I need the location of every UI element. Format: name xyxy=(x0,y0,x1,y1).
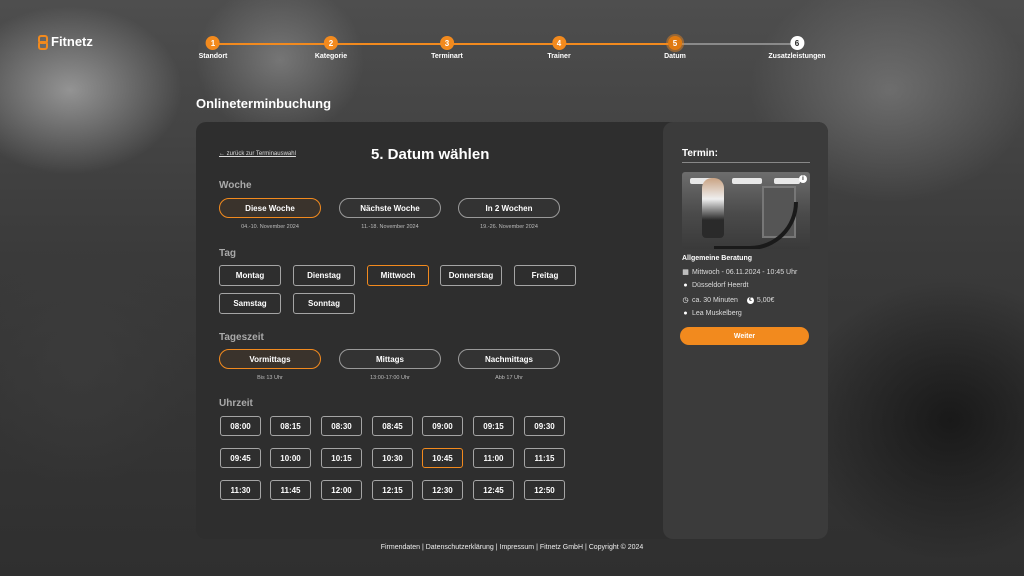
day-friday-button[interactable]: Freitag xyxy=(514,265,576,286)
step-number: 5 xyxy=(668,36,682,50)
ceiling-light xyxy=(774,178,800,184)
step-label: Trainer xyxy=(547,53,571,60)
daytime-hint: Bis 13 Uhr xyxy=(257,375,283,381)
time-slot[interactable]: 09:15 xyxy=(473,416,514,436)
week-label: Woche xyxy=(219,180,252,191)
step-terminart[interactable]: 3 Terminart xyxy=(431,36,463,60)
back-to-appointment-link[interactable]: ← zurück zur Terminauswahl xyxy=(219,151,296,157)
step-number: 3 xyxy=(440,36,454,50)
week-range: 11.-18. November 2024 xyxy=(361,224,419,230)
week-range: 19.-26. November 2024 xyxy=(480,224,538,230)
day-thursday-button[interactable]: Donnerstag xyxy=(440,265,502,286)
time-slot[interactable]: 12:45 xyxy=(473,480,514,500)
time-slot[interactable]: 08:00 xyxy=(220,416,261,436)
week-next-button[interactable]: Nächste Woche xyxy=(339,198,441,218)
datetime-text: Mittwoch - 06.11.2024 - 10:45 Uhr xyxy=(692,268,798,276)
day-monday-button[interactable]: Montag xyxy=(219,265,281,286)
time-slot[interactable]: 09:45 xyxy=(220,448,261,468)
info-icon[interactable]: i xyxy=(799,175,807,183)
appointment-summary: Termin: i Allgemeine Beratung ▦ Mittwoch… xyxy=(663,122,828,539)
appointment-location: ● Düsseldorf Heerdt xyxy=(682,282,748,289)
time-slot[interactable]: 11:00 xyxy=(473,448,514,468)
step-label: Kategorie xyxy=(314,53,348,60)
step-label: Datum xyxy=(664,53,686,60)
person-icon: ● xyxy=(683,310,688,317)
appointment-trainer: ● Lea Muskelberg xyxy=(682,310,742,317)
brand-name: Fitnetz xyxy=(51,34,93,49)
day-saturday-button[interactable]: Samstag xyxy=(219,293,281,314)
time-slot[interactable]: 12:15 xyxy=(372,480,413,500)
time-slot-selected[interactable]: 10:45 xyxy=(422,448,463,468)
week-range: 04.-10. November 2024 xyxy=(241,224,299,230)
time-slot[interactable]: 11:30 xyxy=(220,480,261,500)
time-slot[interactable]: 10:30 xyxy=(372,448,413,468)
page-title: Onlineterminbuchung xyxy=(196,96,332,111)
day-sunday-button[interactable]: Sonntag xyxy=(293,293,355,314)
time-slot[interactable]: 10:15 xyxy=(321,448,362,468)
duration-text: ca. 30 Minuten xyxy=(692,296,738,304)
section-title: 5. Datum wählen xyxy=(371,146,490,163)
step-label: Terminart xyxy=(431,53,463,60)
step-kategorie[interactable]: 2 Kategorie xyxy=(315,36,347,60)
time-label: Uhrzeit xyxy=(219,398,253,409)
clock-icon: ◷ xyxy=(682,297,689,304)
time-slot[interactable]: 11:15 xyxy=(524,448,565,468)
progress-stepper: 1 Standort 2 Kategorie 3 Terminart 4 Tra… xyxy=(198,36,832,66)
location-text: Düsseldorf Heerdt xyxy=(692,282,749,289)
location-pin-icon: ● xyxy=(683,282,688,289)
time-slot[interactable]: 08:15 xyxy=(270,416,311,436)
calendar-icon: ▦ xyxy=(682,269,689,276)
ceiling-light xyxy=(732,178,762,184)
time-slot[interactable]: 09:30 xyxy=(524,416,565,436)
euro-icon: € xyxy=(746,296,754,304)
time-slot[interactable]: 12:50 xyxy=(524,480,565,500)
week-in-two-button[interactable]: In 2 Wochen xyxy=(458,198,560,218)
athlete xyxy=(702,178,724,238)
step-label: Zusatzleistungen xyxy=(768,53,826,60)
time-slot[interactable]: 12:30 xyxy=(422,480,463,500)
daytime-midday-button[interactable]: Mittags xyxy=(339,349,441,369)
day-label: Tag xyxy=(219,248,237,259)
time-slot[interactable]: 12:00 xyxy=(321,480,362,500)
step-datum[interactable]: 5 Datum xyxy=(664,36,686,60)
step-standort[interactable]: 1 Standort xyxy=(198,36,228,60)
time-slot[interactable]: 08:45 xyxy=(372,416,413,436)
day-wednesday-button[interactable]: Mittwoch xyxy=(367,265,429,286)
daytime-hint: Abb 17 Uhr xyxy=(495,375,523,381)
price-text: 5,00€ xyxy=(756,296,775,304)
step-number: 6 xyxy=(790,36,804,50)
time-slot[interactable]: 09:00 xyxy=(422,416,463,436)
step-zusatzleistungen[interactable]: 6 Zusatzleistungen xyxy=(768,36,826,60)
service-photo: i xyxy=(682,172,810,249)
booking-panel: ← zurück zur Terminauswahl 5. Datum wähl… xyxy=(196,122,828,539)
time-slot[interactable]: 08:30 xyxy=(321,416,362,436)
day-tuesday-button[interactable]: Dienstag xyxy=(293,265,355,286)
time-slot[interactable]: 11:45 xyxy=(270,480,311,500)
battle-rope xyxy=(714,202,798,249)
appointment-datetime: ▦ Mittwoch - 06.11.2024 - 10:45 Uhr xyxy=(682,268,798,277)
step-label: Standort xyxy=(198,53,228,60)
footer-links[interactable]: Firmendaten | Datenschutzerklärung | Imp… xyxy=(0,544,1024,551)
daytime-hint: 13:00-17:00 Uhr xyxy=(370,375,410,381)
daytime-label: Tageszeit xyxy=(219,332,264,343)
week-this-button[interactable]: Diese Woche xyxy=(219,198,321,218)
trainer-text: Lea Muskelberg xyxy=(692,310,742,317)
appointment-duration-price: ◷ ca. 30 Minuten € 5,00€ xyxy=(682,296,774,304)
daytime-morning-button[interactable]: Vormittags xyxy=(219,349,321,369)
time-slot[interactable]: 10:00 xyxy=(270,448,311,468)
summary-divider xyxy=(682,162,810,163)
summary-title: Termin: xyxy=(682,148,718,159)
fitnetz-logo[interactable]: Fitnetz xyxy=(38,34,93,50)
step-number: 2 xyxy=(323,36,338,50)
step-trainer[interactable]: 4 Trainer xyxy=(547,36,571,60)
step-number: 4 xyxy=(551,36,566,50)
date-selection: ← zurück zur Terminauswahl 5. Datum wähl… xyxy=(196,122,663,539)
next-button[interactable]: Weiter xyxy=(680,327,809,345)
step-number: 1 xyxy=(206,36,220,50)
logo-icon xyxy=(38,34,48,50)
service-name: Allgemeine Beratung xyxy=(682,255,753,262)
daytime-afternoon-button[interactable]: Nachmittags xyxy=(458,349,560,369)
